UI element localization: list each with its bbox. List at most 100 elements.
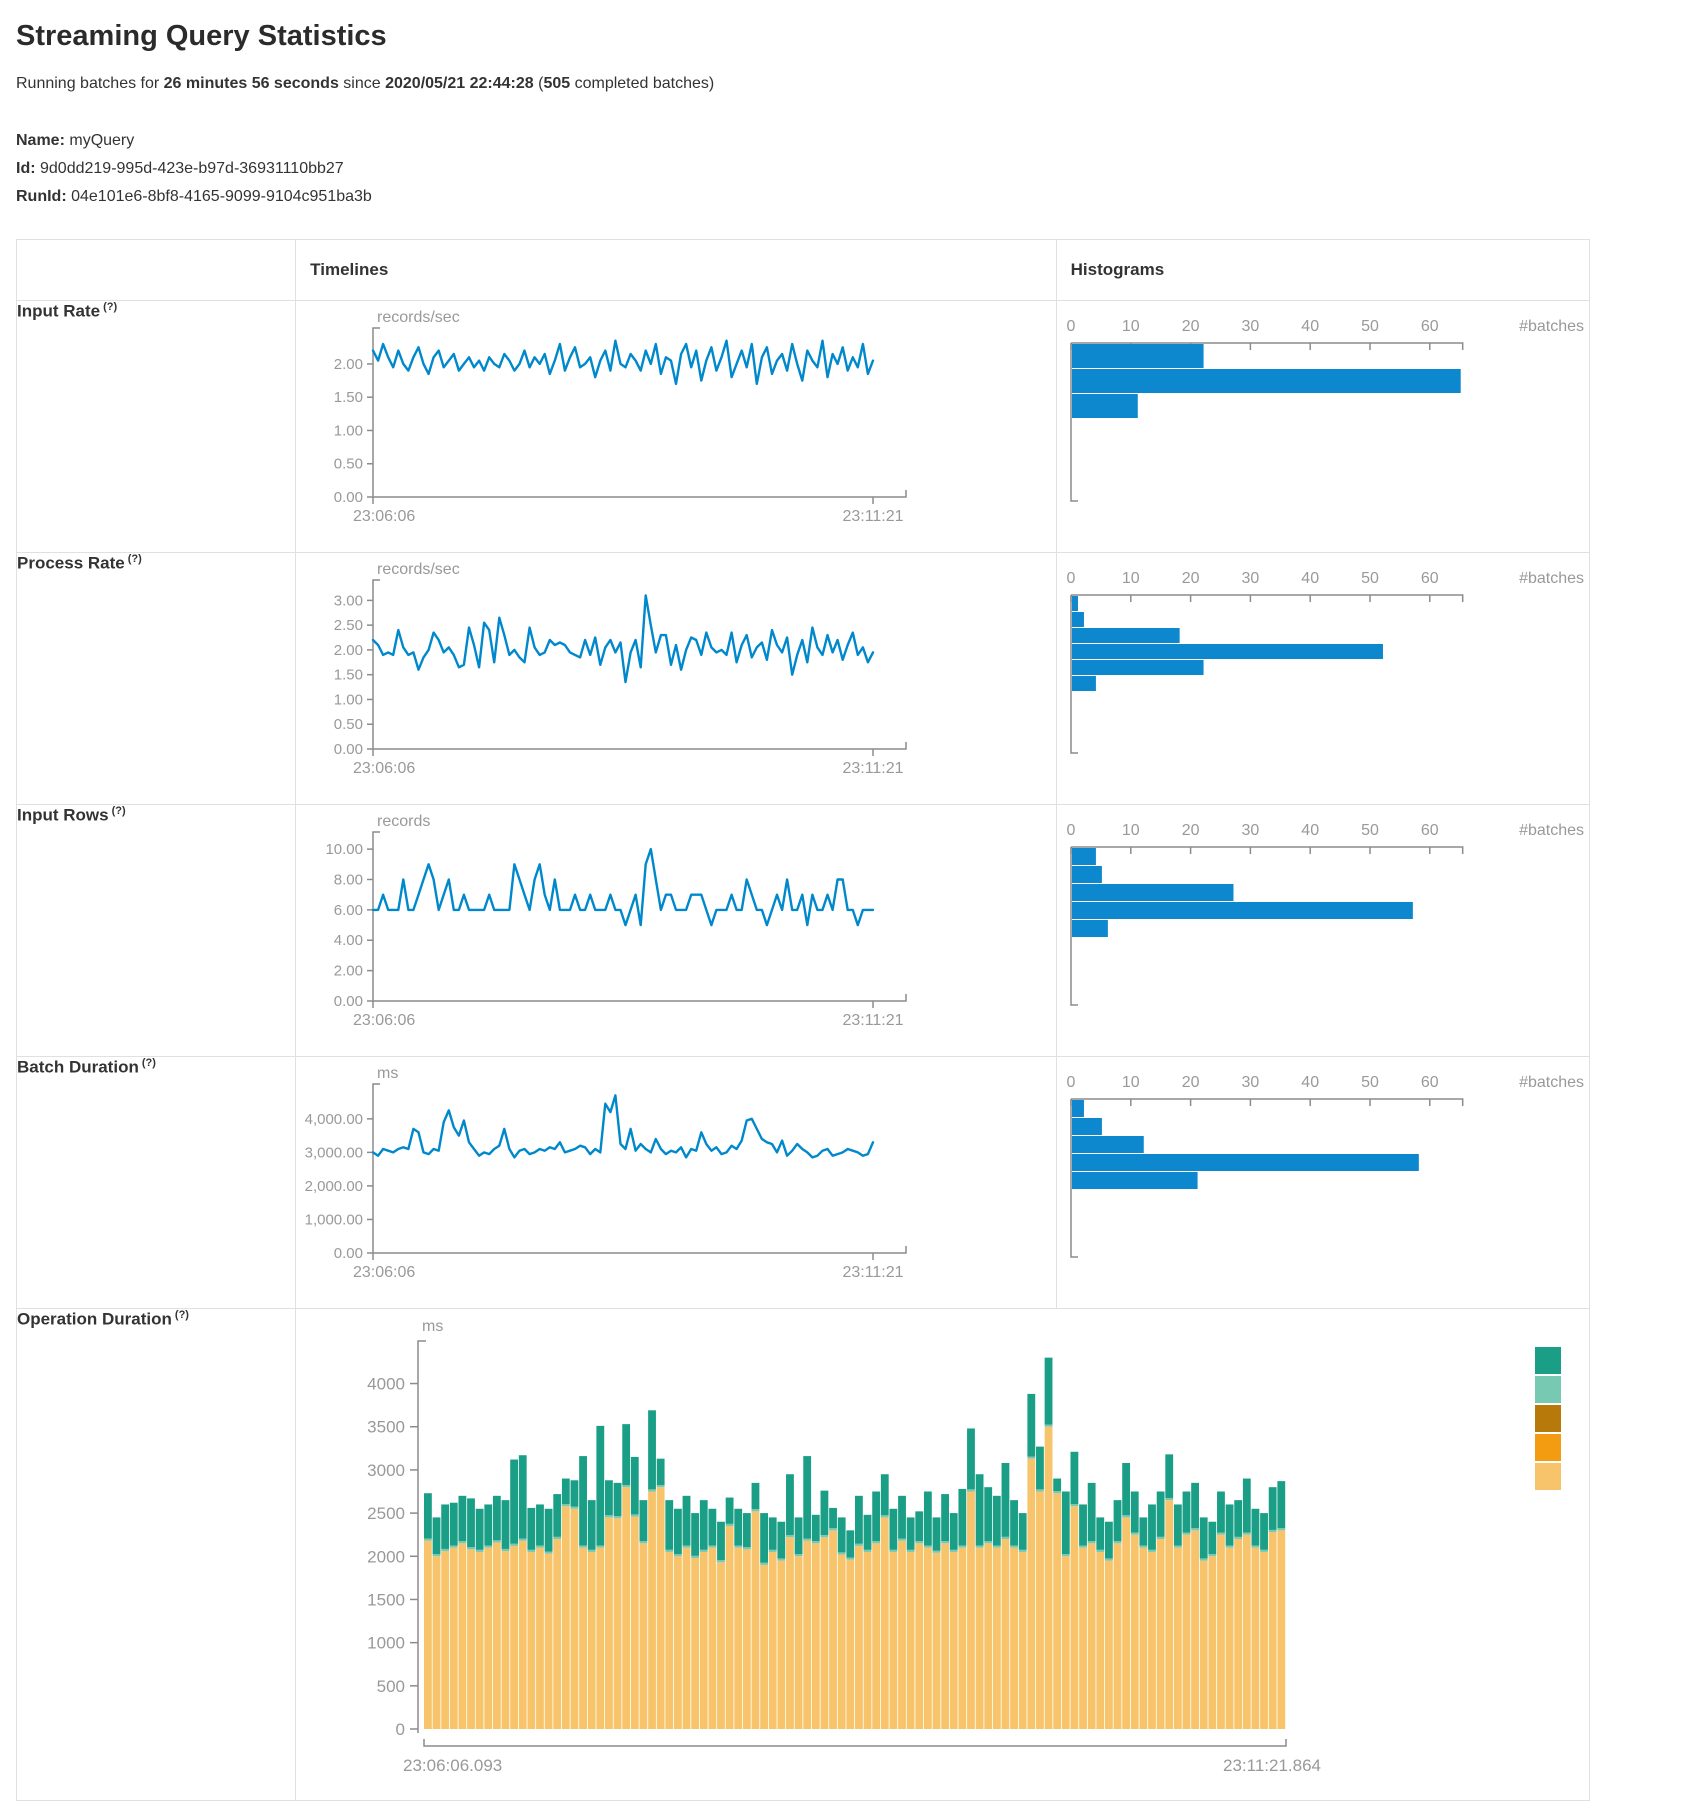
operation-duration-stacked-chart: ms0500100015002000250030003500400023:06:… [296,1309,1586,1795]
svg-text:1.50: 1.50 [334,667,363,684]
svg-text:40: 40 [1301,822,1319,839]
svg-text:2,000.00: 2,000.00 [305,1178,363,1195]
svg-text:#batches: #batches [1519,822,1584,839]
svg-text:0.00: 0.00 [334,1245,363,1262]
batch-duration-histogram-chart: 0 10 20 30 40 50 60 #batches [1057,1057,1588,1303]
svg-text:500: 500 [377,1677,405,1696]
process-rate-histogram-chart: 0102030405060#batches [1057,553,1588,799]
summary-duration: 26 minutes 56 seconds [164,75,339,92]
svg-text:4000: 4000 [367,1375,405,1394]
svg-text:0: 0 [1066,1074,1075,1091]
svg-text:1500: 1500 [367,1590,405,1609]
svg-text:4.00: 4.00 [334,932,363,949]
query-id-label: Id: [16,160,36,177]
svg-text:1000: 1000 [367,1634,405,1653]
svg-text:23:06:06: 23:06:06 [353,760,415,777]
timelines-column-header: Timelines [296,240,1056,301]
svg-text:2500: 2500 [367,1504,405,1523]
svg-text:30: 30 [1241,318,1259,335]
svg-text:40: 40 [1301,570,1319,587]
summary-completed-count: 505 [543,75,570,92]
summary-paren: ( [534,75,544,92]
process-rate-label: Process Rate [17,554,125,573]
svg-text:20: 20 [1181,570,1199,587]
legend-swatch-orange [1535,1434,1561,1461]
input-rate-help-icon[interactable]: (?) [103,301,117,313]
summary-timestamp: 2020/05/21 22:44:28 [385,75,534,92]
svg-text:1,000.00: 1,000.00 [305,1211,363,1228]
svg-text:40: 40 [1301,318,1319,335]
svg-text:23:06:06: 23:06:06 [353,1012,415,1029]
batch-duration-help-icon[interactable]: (?) [142,1057,156,1069]
batch-duration-timeline-chart: ms0.001,000.002,000.003,000.004,000.0023… [296,1057,916,1303]
input-rate-label: Input Rate [17,302,100,321]
summary-suffix: completed batches) [570,75,714,92]
batch-duration-row: Batch Duration(?) ms0.001,000.002,000.00… [17,1057,1590,1309]
svg-text:20: 20 [1181,1074,1199,1091]
svg-text:ms: ms [422,1318,443,1335]
operation-duration-label: Operation Duration [17,1310,172,1329]
svg-text:6.00: 6.00 [334,902,363,919]
input-rate-histogram-chart: 0102030405060#batches [1057,301,1588,547]
svg-text:60: 60 [1421,1074,1439,1091]
svg-text:records: records [377,813,430,830]
svg-text:records/sec: records/sec [377,309,460,326]
query-name-value: myQuery [69,132,134,149]
svg-text:23:11:21: 23:11:21 [843,760,904,777]
svg-text:#batches: #batches [1519,1074,1584,1091]
svg-text:3,000.00: 3,000.00 [305,1144,363,1161]
statistics-table: Timelines Histograms Input Rate(?) recor… [16,239,1590,1801]
svg-text:2.00: 2.00 [334,642,363,659]
operation-duration-row: Operation Duration(?) ms0500100015002000… [17,1309,1590,1801]
svg-text:30: 30 [1241,570,1259,587]
svg-text:23:06:06: 23:06:06 [353,508,415,525]
svg-text:23:11:21: 23:11:21 [843,1264,904,1281]
process-rate-row: Process Rate(?) records/sec0.000.501.001… [17,553,1590,805]
svg-text:records/sec: records/sec [377,561,460,578]
metric-column-header [17,240,296,301]
svg-text:#batches: #batches [1519,570,1584,587]
input-rows-row: Input Rows(?) records0.002.004.006.008.0… [17,805,1590,1057]
input-rows-label: Input Rows [17,806,109,825]
query-id-value: 9d0dd219-995d-423e-b97d-36931110bb27 [40,160,344,177]
legend-swatch-tan [1535,1463,1561,1490]
operation-duration-help-icon[interactable]: (?) [175,1309,189,1321]
input-rate-row: Input Rate(?) records/sec0.000.501.001.5… [17,301,1590,553]
svg-text:3500: 3500 [367,1418,405,1437]
summary-prefix: Running batches for [16,75,164,92]
svg-text:23:11:21: 23:11:21 [843,1012,904,1029]
svg-text:0: 0 [1066,822,1075,839]
svg-text:0.50: 0.50 [334,456,363,473]
query-metadata: Name: myQuery Id: 9d0dd219-995d-423e-b97… [16,127,1677,211]
operation-duration-legend [1535,1347,1561,1492]
svg-text:30: 30 [1241,822,1259,839]
svg-text:0.00: 0.00 [334,489,363,506]
svg-text:10: 10 [1122,1074,1140,1091]
svg-text:40: 40 [1301,1074,1319,1091]
legend-swatch-light-teal [1535,1376,1561,1403]
svg-text:20: 20 [1181,822,1199,839]
query-runid-line: RunId: 04e101e6-8bf8-4165-9099-9104c951b… [16,183,1677,211]
histograms-column-header: Histograms [1056,240,1589,301]
svg-text:2000: 2000 [367,1547,405,1566]
svg-text:60: 60 [1421,822,1439,839]
svg-text:50: 50 [1361,1074,1379,1091]
svg-text:10: 10 [1122,318,1140,335]
svg-text:60: 60 [1421,318,1439,335]
svg-text:50: 50 [1361,318,1379,335]
query-id-line: Id: 9d0dd219-995d-423e-b97d-36931110bb27 [16,155,1677,183]
svg-text:ms: ms [377,1065,398,1082]
summary-since: since [339,75,385,92]
process-rate-help-icon[interactable]: (?) [128,553,142,565]
svg-text:2.00: 2.00 [334,963,363,980]
query-runid-value: 04e101e6-8bf8-4165-9099-9104c951ba3b [71,188,372,205]
query-name-label: Name: [16,132,65,149]
query-name-line: Name: myQuery [16,127,1677,155]
svg-text:0.00: 0.00 [334,741,363,758]
svg-text:50: 50 [1361,570,1379,587]
svg-text:30: 30 [1241,1074,1259,1091]
input-rate-timeline-chart: records/sec0.000.501.001.502.0023:06:062… [296,301,916,547]
input-rows-timeline-chart: records0.002.004.006.008.0010.0023:06:06… [296,805,916,1051]
input-rows-help-icon[interactable]: (?) [112,805,126,817]
svg-text:2.50: 2.50 [334,617,363,634]
